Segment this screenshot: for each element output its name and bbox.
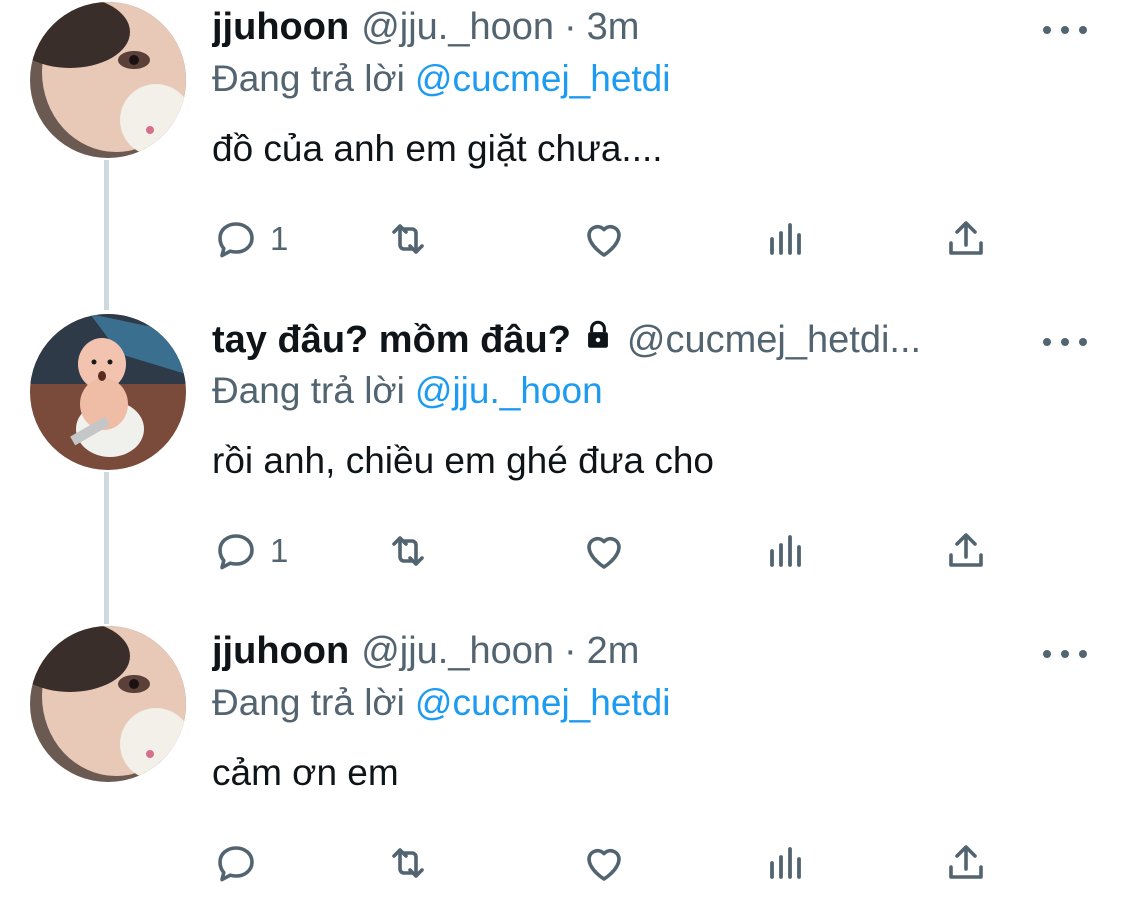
stats-button[interactable]	[762, 526, 810, 576]
more-dots-icon[interactable]	[1043, 646, 1087, 662]
bar-chart-icon	[770, 223, 801, 255]
tweet-header: tay đâu? mồm đâu? @cucmej_hetdi...	[212, 318, 1035, 368]
tweet[interactable]: jjuhoon @jju._hoon · 3m Đang trả lời @cuc…	[0, 0, 1125, 312]
tweet-actions: 1	[212, 214, 1012, 264]
heart-icon	[587, 536, 621, 569]
share-upload-icon	[949, 845, 983, 879]
avatar[interactable]	[30, 626, 186, 782]
separator-dot: ·	[564, 6, 577, 48]
like-button[interactable]	[580, 214, 628, 264]
tweet[interactable]: jjuhoon @jju._hoon · 2m Đang trả lời @cuc…	[0, 624, 1125, 907]
reply-bubble-icon	[218, 534, 254, 570]
tweet[interactable]: tay đâu? mồm đâu? @cucmej_hetdi... Đang …	[0, 312, 1125, 624]
avatar[interactable]	[30, 2, 186, 158]
replying-prefix: Đang trả lời	[212, 58, 405, 99]
mention-link[interactable]: @cucmej_hetdi	[415, 682, 671, 723]
replying-prefix: Đang trả lời	[212, 370, 405, 411]
retweet-icon	[392, 848, 424, 878]
bar-chart-icon	[770, 535, 801, 567]
replying-to: Đang trả lời @cucmej_hetdi	[212, 682, 670, 724]
reply-count: 1	[270, 532, 289, 569]
heart-icon	[587, 848, 621, 881]
tweet-header: jjuhoon @jju._hoon · 3m	[212, 6, 1035, 56]
share-button[interactable]	[942, 838, 990, 888]
separator-dot: ·	[564, 630, 577, 672]
timestamp[interactable]: 3m	[587, 6, 640, 49]
tweet-actions: 1	[212, 526, 1012, 576]
replying-prefix: Đang trả lời	[212, 682, 405, 723]
retweet-button[interactable]	[384, 214, 432, 264]
tweet-text: đồ của anh em giặt chưa....	[212, 128, 663, 169]
user-handle[interactable]: @jju._hoon	[361, 630, 554, 673]
like-button[interactable]	[580, 838, 628, 888]
retweet-icon	[392, 536, 424, 566]
tweet-header: jjuhoon @jju._hoon · 2m	[212, 630, 1035, 680]
reply-button[interactable]: 1	[212, 526, 288, 576]
reply-bubble-icon	[218, 846, 254, 882]
reply-count: 1	[270, 220, 289, 257]
tweet-text: rồi anh, chiều em ghé đưa cho	[212, 440, 714, 481]
tweet-actions	[212, 838, 1012, 888]
retweet-button[interactable]	[384, 526, 432, 576]
mention-link[interactable]: @jju._hoon	[415, 370, 603, 411]
timestamp[interactable]: 2m	[587, 630, 640, 673]
share-button[interactable]	[942, 526, 990, 576]
share-button[interactable]	[942, 214, 990, 264]
stats-button[interactable]	[762, 214, 810, 264]
bar-chart-icon	[770, 847, 801, 879]
more-dots-icon[interactable]	[1043, 334, 1087, 350]
like-button[interactable]	[580, 526, 628, 576]
user-handle[interactable]: @cucmej_hetdi...	[627, 319, 921, 362]
stats-button[interactable]	[762, 838, 810, 888]
retweet-button[interactable]	[384, 838, 432, 888]
lock-icon	[588, 320, 608, 348]
tweet-text: cảm ơn em	[212, 752, 399, 793]
reply-bubble-icon	[218, 222, 254, 258]
share-upload-icon	[949, 533, 983, 567]
mention-link[interactable]: @cucmej_hetdi	[415, 58, 671, 99]
retweet-icon	[392, 224, 424, 254]
avatar[interactable]	[30, 314, 186, 470]
share-upload-icon	[949, 221, 983, 255]
display-name[interactable]: jjuhoon	[212, 6, 349, 49]
display-name[interactable]: jjuhoon	[212, 630, 349, 673]
user-handle[interactable]: @jju._hoon	[361, 6, 554, 49]
reply-button[interactable]: 1	[212, 214, 288, 264]
reply-button[interactable]	[212, 838, 260, 888]
more-dots-icon[interactable]	[1043, 22, 1087, 38]
replying-to: Đang trả lời @jju._hoon	[212, 370, 603, 412]
display-name[interactable]: tay đâu? mồm đâu?	[212, 319, 571, 362]
replying-to: Đang trả lời @cucmej_hetdi	[212, 58, 670, 100]
heart-icon	[587, 224, 621, 257]
